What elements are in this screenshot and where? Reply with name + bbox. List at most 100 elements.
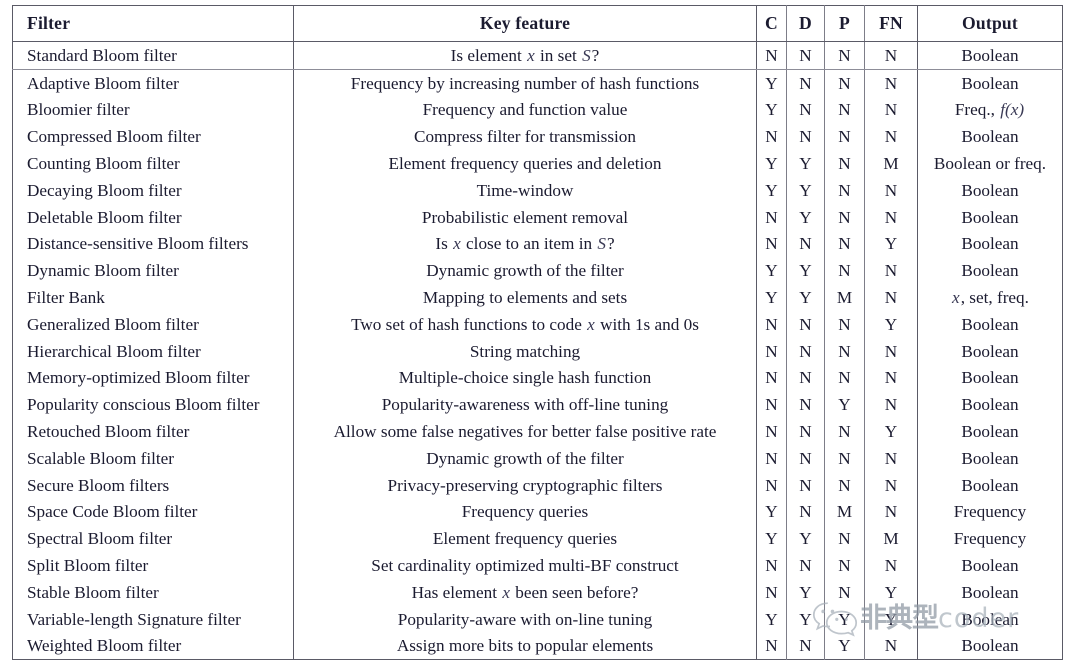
cell-filter: Split Bloom filter — [12, 552, 294, 579]
column-header-fn: FN — [864, 5, 918, 42]
cell-output: Boolean — [961, 555, 1019, 575]
cell-d: Y — [786, 578, 825, 606]
column-header-key-feature: Key feature — [293, 5, 757, 42]
table-row: Weighted Bloom filter Assign more bits to… — [12, 632, 1063, 660]
cell-output: Boolean — [961, 475, 1019, 495]
cell-p: N — [824, 123, 865, 151]
table-row: Generalized Bloom filter Two set of hash … — [12, 310, 1063, 338]
cell-d: N — [786, 632, 825, 660]
column-header-filter: Filter — [12, 5, 294, 42]
table-row: Spectral Bloom filter Element frequency q… — [12, 525, 1063, 553]
cell-d: Y — [786, 257, 825, 285]
cell-key-feature: Has element x been seen before? — [293, 578, 757, 606]
cell-fn: N — [864, 444, 918, 472]
cell-output: Boolean — [961, 421, 1019, 441]
column-header-p: P — [824, 5, 865, 42]
cell-output: Boolean — [961, 180, 1019, 200]
cell-fn: Y — [864, 230, 918, 258]
cell-fn: N — [864, 203, 918, 231]
cell-filter: Bloomier filter — [12, 96, 294, 124]
cell-c: N — [756, 310, 787, 338]
bloom-filter-comparison-table: Filter Key feature C D P FN Output Stand… — [12, 5, 1063, 661]
cell-key-feature: Is element x in set S? — [293, 41, 757, 70]
cell-d: N — [786, 96, 825, 124]
cell-filter: Distance-sensitive Bloom filters — [12, 230, 294, 258]
cell-d: N — [786, 391, 825, 419]
table-row: Split Bloom filter Set cardinality optimi… — [12, 552, 1063, 579]
cell-c: Y — [756, 284, 787, 311]
cell-d: N — [786, 123, 825, 151]
cell-output: Boolean — [961, 368, 1019, 388]
cell-key-feature: Mapping to elements and sets — [293, 284, 757, 311]
table-row: Stable Bloom filter Has element x been se… — [12, 578, 1063, 606]
page-root: Filter Key feature C D P FN Output Stand… — [0, 0, 1080, 669]
cell-filter: Weighted Bloom filter — [12, 632, 294, 660]
cell-fn: M — [864, 150, 918, 177]
cell-key-feature: Dynamic growth of the filter — [293, 444, 757, 472]
cell-key-feature: Popularity-aware with on-line tuning — [293, 605, 757, 633]
cell-output: Boolean — [961, 395, 1019, 415]
cell-key-feature: Frequency and function value — [293, 96, 757, 124]
cell-c: N — [756, 418, 787, 445]
cell-filter: Dynamic Bloom filter — [12, 257, 294, 285]
cell-fn: N — [864, 337, 918, 365]
cell-c: N — [756, 552, 787, 579]
cell-filter: Decaying Bloom filter — [12, 176, 294, 204]
header-row: Filter Key feature C D P FN Output — [12, 5, 1063, 42]
cell-key-feature: Probabilistic element removal — [293, 203, 757, 231]
table-header: Filter Key feature C D P FN Output — [12, 5, 1063, 42]
cell-fn: N — [864, 123, 918, 151]
table-row: Distance-sensitive Bloom filters Is x clo… — [12, 230, 1063, 258]
cell-d: N — [786, 552, 825, 579]
cell-c: Y — [756, 176, 787, 204]
cell-p: N — [824, 578, 865, 606]
cell-p: Y — [824, 605, 865, 633]
cell-c: N — [756, 364, 787, 392]
cell-key-feature: Assign more bits to popular elements — [293, 632, 757, 660]
cell-filter: Spectral Bloom filter — [12, 525, 294, 553]
cell-filter: Hierarchical Bloom filter — [12, 337, 294, 365]
cell-p: N — [824, 310, 865, 338]
cell-fn: N — [864, 284, 918, 311]
column-header-output: Output — [917, 5, 1063, 42]
cell-key-feature: Privacy-preserving cryptographic filters — [293, 471, 757, 499]
cell-d: Y — [786, 203, 825, 231]
cell-p: N — [824, 41, 865, 70]
cell-d: N — [786, 498, 825, 526]
cell-p: M — [824, 498, 865, 526]
table-row: Hierarchical Bloom filter String matching… — [12, 337, 1063, 365]
table: Filter Key feature C D P FN Output Stand… — [12, 5, 1063, 661]
cell-key-feature: Frequency by increasing number of hash f… — [293, 69, 757, 97]
cell-p: N — [824, 230, 865, 258]
cell-key-feature: Element frequency queries — [293, 525, 757, 553]
column-header-d: D — [786, 5, 825, 42]
cell-c: N — [756, 391, 787, 419]
table-row: Bloomier filter Frequency and function va… — [12, 96, 1063, 124]
cell-fn: N — [864, 391, 918, 419]
cell-p: N — [824, 364, 865, 392]
cell-filter: Adaptive Bloom filter — [12, 69, 294, 97]
cell-output: Boolean — [961, 582, 1019, 602]
cell-c: N — [756, 578, 787, 606]
cell-c: Y — [756, 257, 787, 285]
cell-filter: Compressed Bloom filter — [12, 123, 294, 151]
cell-key-feature: Frequency queries — [293, 498, 757, 526]
cell-filter: Deletable Bloom filter — [12, 203, 294, 231]
cell-c: N — [756, 123, 787, 151]
table-row: Filter Bank Mapping to elements and sets Y… — [12, 284, 1063, 311]
cell-key-feature: Set cardinality optimized multi-BF const… — [293, 552, 757, 579]
cell-p: N — [824, 150, 865, 177]
cell-c: Y — [756, 525, 787, 553]
cell-output: Boolean — [961, 341, 1019, 361]
cell-c: N — [756, 632, 787, 660]
math-variable: x — [502, 582, 510, 602]
cell-c: Y — [756, 498, 787, 526]
cell-key-feature: Is x close to an item in S? — [293, 230, 757, 258]
cell-p: N — [824, 552, 865, 579]
math-variable: x — [453, 234, 461, 254]
cell-p: N — [824, 203, 865, 231]
cell-p: N — [824, 418, 865, 445]
cell-output: Freq., f(x) — [954, 100, 1025, 120]
cell-output: Boolean — [961, 127, 1019, 147]
cell-d: N — [786, 69, 825, 97]
